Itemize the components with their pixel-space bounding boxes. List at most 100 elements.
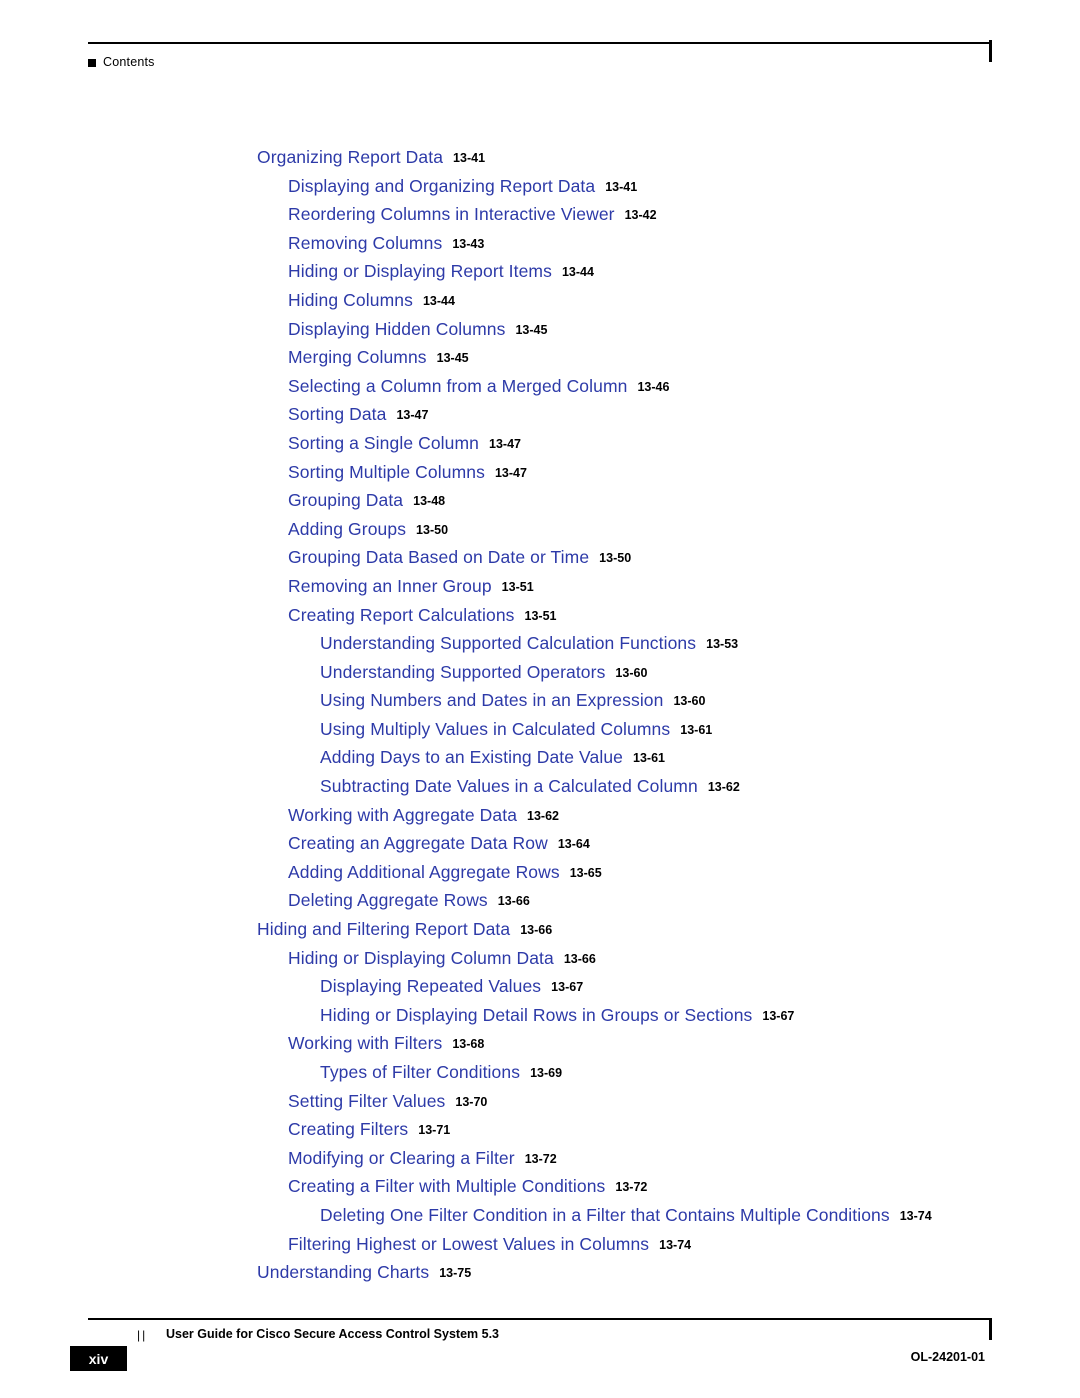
toc-entry[interactable]: Using Numbers and Dates in an Expression… <box>0 690 1080 719</box>
toc-entry-title[interactable]: Hiding or Displaying Column Data <box>288 948 554 968</box>
toc-entry[interactable]: Removing Columns 13-43 <box>0 233 1080 262</box>
toc-entry-title[interactable]: Working with Filters <box>288 1033 442 1053</box>
toc-entry[interactable]: Organizing Report Data 13-41 <box>0 147 1080 176</box>
toc-entry-title[interactable]: Grouping Data <box>288 490 403 510</box>
toc-entry[interactable]: Hiding or Displaying Detail Rows in Grou… <box>0 1005 1080 1034</box>
toc-entry-title[interactable]: Understanding Supported Calculation Func… <box>320 633 696 653</box>
toc-entry-page: 13-53 <box>706 637 739 652</box>
toc-entry[interactable]: Working with Aggregate Data 13-62 <box>0 805 1080 834</box>
toc-entry-title[interactable]: Adding Groups <box>288 519 406 539</box>
toc-entry-page: 13-43 <box>452 236 485 251</box>
toc-entry-page: 13-60 <box>615 665 648 680</box>
toc-entry-page: 13-62 <box>707 780 740 795</box>
header-rule <box>88 42 991 44</box>
toc-entry-title[interactable]: Sorting Data <box>288 404 386 424</box>
toc-entry-page: 13-45 <box>436 351 469 366</box>
toc-entry[interactable]: Displaying and Organizing Report Data 13-… <box>0 176 1080 205</box>
toc-entry[interactable]: Deleting One Filter Condition in a Filte… <box>0 1205 1080 1234</box>
toc-entry-title[interactable]: Adding Days to an Existing Date Value <box>320 747 623 767</box>
toc-entry[interactable]: Understanding Supported Calculation Func… <box>0 633 1080 662</box>
toc-entry[interactable]: Understanding Supported Operators 13-60 <box>0 662 1080 691</box>
toc-entry[interactable]: Grouping Data 13-48 <box>0 490 1080 519</box>
toc-entry[interactable]: Adding Days to an Existing Date Value 13-… <box>0 747 1080 776</box>
toc-entry-title[interactable]: Creating an Aggregate Data Row <box>288 833 548 853</box>
toc-entry-title[interactable]: Understanding Supported Operators <box>320 662 605 682</box>
header-bullet-icon <box>88 59 96 67</box>
toc-entry[interactable]: Hiding and Filtering Report Data 13-66 <box>0 919 1080 948</box>
toc-entry[interactable]: Hiding or Displaying Report Items 13-44 <box>0 261 1080 290</box>
toc-entry-title[interactable]: Understanding Charts <box>257 1262 429 1282</box>
toc-entry[interactable]: Reordering Columns in Interactive Viewer… <box>0 204 1080 233</box>
toc-entry-title[interactable]: Reordering Columns in Interactive Viewer <box>288 204 615 224</box>
toc-entry[interactable]: Merging Columns 13-45 <box>0 347 1080 376</box>
toc-entry[interactable]: Creating an Aggregate Data Row 13-64 <box>0 833 1080 862</box>
toc-entry-page: 13-60 <box>673 694 706 709</box>
toc-entry-title[interactable]: Removing Columns <box>288 233 442 253</box>
toc-entry-page: 13-72 <box>524 1151 557 1166</box>
toc-entry-title[interactable]: Organizing Report Data <box>257 147 443 167</box>
toc-entry-title[interactable]: Displaying and Organizing Report Data <box>288 176 595 196</box>
page-number-badge: xiv <box>70 1346 127 1371</box>
toc-entry-title[interactable]: Sorting Multiple Columns <box>288 462 485 482</box>
toc-entry-title[interactable]: Working with Aggregate Data <box>288 805 517 825</box>
toc-entry[interactable]: Sorting Multiple Columns 13-47 <box>0 462 1080 491</box>
toc-entry-title[interactable]: Creating a Filter with Multiple Conditio… <box>288 1176 605 1196</box>
toc-entry[interactable]: Displaying Repeated Values 13-67 <box>0 976 1080 1005</box>
toc-entry-title[interactable]: Using Multiply Values in Calculated Colu… <box>320 719 670 739</box>
toc-entry[interactable]: Selecting a Column from a Merged Column 1… <box>0 376 1080 405</box>
toc-entry-title[interactable]: Deleting Aggregate Rows <box>288 890 488 910</box>
toc-entry-page: 13-42 <box>624 208 657 223</box>
toc-entry-title[interactable]: Subtracting Date Values in a Calculated … <box>320 776 698 796</box>
toc-entry-title[interactable]: Hiding or Displaying Report Items <box>288 261 552 281</box>
toc-entry[interactable]: Types of Filter Conditions 13-69 <box>0 1062 1080 1091</box>
toc-entry[interactable]: Creating Report Calculations 13-51 <box>0 605 1080 634</box>
toc-entry[interactable]: Modifying or Clearing a Filter 13-72 <box>0 1148 1080 1177</box>
toc-entry-title[interactable]: Merging Columns <box>288 347 427 367</box>
toc-entry-page: 13-46 <box>637 379 670 394</box>
toc-entry[interactable]: Sorting Data 13-47 <box>0 404 1080 433</box>
toc-entry-title[interactable]: Setting Filter Values <box>288 1091 445 1111</box>
toc-entry-title[interactable]: Creating Report Calculations <box>288 605 515 625</box>
page-footer: || User Guide for Cisco Secure Access Co… <box>0 1318 1080 1398</box>
toc-entry-title[interactable]: Displaying Hidden Columns <box>288 319 505 339</box>
toc-entry[interactable]: Sorting a Single Column 13-47 <box>0 433 1080 462</box>
toc-entry-title[interactable]: Using Numbers and Dates in an Expression <box>320 690 663 710</box>
toc-entry[interactable]: Setting Filter Values 13-70 <box>0 1091 1080 1120</box>
toc-entry[interactable]: Understanding Charts 13-75 <box>0 1262 1080 1291</box>
toc-entry[interactable]: Using Multiply Values in Calculated Colu… <box>0 719 1080 748</box>
toc-entry[interactable]: Deleting Aggregate Rows 13-66 <box>0 890 1080 919</box>
toc-entry[interactable]: Adding Groups 13-50 <box>0 519 1080 548</box>
toc-entry[interactable]: Subtracting Date Values in a Calculated … <box>0 776 1080 805</box>
toc-entry-title[interactable]: Types of Filter Conditions <box>320 1062 520 1082</box>
toc-entry[interactable]: Hiding Columns 13-44 <box>0 290 1080 319</box>
toc-entry-title[interactable]: Hiding or Displaying Detail Rows in Grou… <box>320 1005 752 1025</box>
toc-entry-title[interactable]: Grouping Data Based on Date or Time <box>288 547 589 567</box>
toc-entry-title[interactable]: Modifying or Clearing a Filter <box>288 1148 515 1168</box>
toc-entry-page: 13-41 <box>453 151 486 165</box>
toc-entry[interactable]: Displaying Hidden Columns 13-45 <box>0 319 1080 348</box>
toc-entry-title[interactable]: Displaying Repeated Values <box>320 976 541 996</box>
toc-entry-title[interactable]: Filtering Highest or Lowest Values in Co… <box>288 1234 649 1254</box>
footer-crop-mark <box>989 1318 992 1340</box>
toc-entry-title[interactable]: Sorting a Single Column <box>288 433 479 453</box>
toc-entry-page: 13-45 <box>515 322 548 337</box>
toc-entry[interactable]: Removing an Inner Group 13-51 <box>0 576 1080 605</box>
toc-entry-title[interactable]: Deleting One Filter Condition in a Filte… <box>320 1205 890 1225</box>
toc-entry-title[interactable]: Adding Additional Aggregate Rows <box>288 862 560 882</box>
toc-entry[interactable]: Creating Filters 13-71 <box>0 1119 1080 1148</box>
toc-entry[interactable]: Creating a Filter with Multiple Conditio… <box>0 1176 1080 1205</box>
toc-entry-title[interactable]: Hiding and Filtering Report Data <box>257 919 510 939</box>
toc-entry[interactable]: Adding Additional Aggregate Rows 13-65 <box>0 862 1080 891</box>
toc-entry-title[interactable]: Hiding Columns <box>288 290 413 310</box>
toc-entry-title[interactable]: Removing an Inner Group <box>288 576 492 596</box>
toc-entry-title[interactable]: Creating Filters <box>288 1119 408 1139</box>
toc-entry[interactable]: Hiding or Displaying Column Data 13-66 <box>0 948 1080 977</box>
toc-entry[interactable]: Filtering Highest or Lowest Values in Co… <box>0 1234 1080 1263</box>
toc-entry[interactable]: Working with Filters 13-68 <box>0 1033 1080 1062</box>
toc-entry[interactable]: Grouping Data Based on Date or Time 13-50 <box>0 547 1080 576</box>
toc-entry-page: 13-44 <box>561 265 594 280</box>
toc-entry-page: 13-66 <box>520 923 553 938</box>
toc-entry-title[interactable]: Selecting a Column from a Merged Column <box>288 376 627 396</box>
toc-entry-page: 13-71 <box>418 1123 451 1138</box>
page-header: Contents <box>0 40 1080 72</box>
